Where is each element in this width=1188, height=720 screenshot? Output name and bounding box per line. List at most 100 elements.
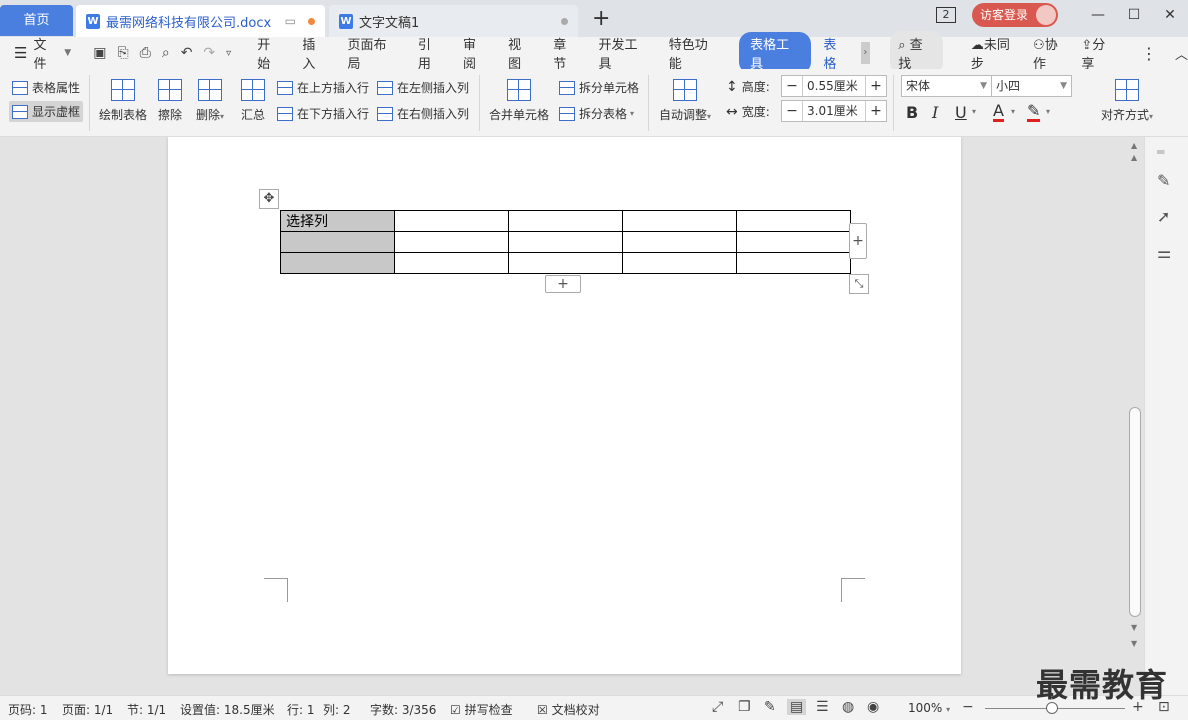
- table-cell[interactable]: [622, 252, 737, 274]
- insert-col-left-button[interactable]: 在左侧插入列: [377, 79, 469, 96]
- web-view-icon[interactable]: ◍: [842, 699, 854, 715]
- font-color-icon[interactable]: A: [993, 103, 1004, 122]
- underline-icon[interactable]: U: [955, 103, 967, 122]
- table-cell[interactable]: [622, 210, 737, 232]
- menu-item-references[interactable]: 引用: [418, 34, 443, 72]
- font-name-select[interactable]: 宋体 ▼: [901, 75, 992, 97]
- zoom-level[interactable]: 100% ▾: [908, 701, 950, 715]
- document-table[interactable]: 选择列: [280, 210, 851, 274]
- print-preview-icon[interactable]: ⌕: [162, 45, 170, 61]
- sliders-icon[interactable]: ⚌: [1157, 243, 1171, 262]
- document-page[interactable]: ✥ 选择列 + + ⤡: [168, 137, 961, 674]
- table-cell[interactable]: [622, 231, 737, 253]
- tab-home[interactable]: 首页: [0, 5, 73, 36]
- row-height-decrease[interactable]: −: [782, 78, 802, 94]
- scroll-page-up-icon[interactable]: ▲: [1131, 153, 1137, 162]
- pen-icon[interactable]: ✎: [1157, 171, 1170, 190]
- split-cells-button[interactable]: 拆分单元格: [559, 79, 639, 96]
- monitor-icon[interactable]: ▭: [285, 14, 296, 28]
- export-icon[interactable]: ⎘: [117, 45, 128, 61]
- page-view-icon[interactable]: ▤: [787, 699, 807, 715]
- merge-cells-button[interactable]: 合并单元格: [489, 79, 549, 123]
- bold-icon[interactable]: B: [906, 103, 918, 122]
- maximize-button[interactable]: ☐: [1116, 7, 1152, 23]
- scroll-page-down-icon[interactable]: ▼: [1131, 639, 1137, 648]
- chevron-down-icon[interactable]: ▾: [1046, 107, 1050, 116]
- status-setting[interactable]: 设置值: 18.5厘米: [180, 701, 275, 718]
- menu-item-table-style[interactable]: 表格: [823, 34, 848, 72]
- insert-row-below-button[interactable]: 在下方插入行: [277, 105, 369, 122]
- col-width-increase[interactable]: +: [866, 103, 886, 119]
- col-width-value[interactable]: 3.01厘米: [802, 101, 866, 121]
- read-mode-icon[interactable]: ❐: [738, 699, 751, 715]
- table-cell[interactable]: [280, 252, 395, 274]
- font-size-select[interactable]: 小四 ▼: [991, 75, 1072, 97]
- save-icon[interactable]: ▣: [93, 45, 106, 61]
- italic-icon[interactable]: I: [932, 103, 938, 122]
- minimize-button[interactable]: —: [1080, 7, 1116, 23]
- share-button[interactable]: ⇪分享: [1081, 34, 1117, 72]
- close-window-button[interactable]: ✕: [1152, 7, 1188, 23]
- undo-icon[interactable]: ↶: [181, 45, 193, 61]
- vertical-scrollbar[interactable]: ▲ ▲ ▼ ▼: [1126, 137, 1144, 695]
- table-properties-button[interactable]: 表格属性: [12, 79, 80, 96]
- menu-item-page-layout[interactable]: 页面布局: [348, 34, 398, 72]
- status-row[interactable]: 行: 1: [287, 701, 315, 718]
- menu-scroll-right-icon[interactable]: ›: [860, 42, 871, 64]
- status-section[interactable]: 节: 1/1: [127, 701, 166, 718]
- menu-item-review[interactable]: 审阅: [463, 34, 488, 72]
- zoom-out-icon[interactable]: −: [962, 699, 974, 715]
- table-cell[interactable]: [736, 252, 851, 274]
- status-page-number[interactable]: 页码: 1: [8, 701, 48, 718]
- row-height-value[interactable]: 0.55厘米: [802, 76, 866, 96]
- cursor-icon[interactable]: ➚: [1157, 207, 1170, 226]
- new-tab-button[interactable]: +: [592, 8, 610, 30]
- outline-view-icon[interactable]: ☰: [816, 699, 829, 715]
- menu-item-insert[interactable]: 插入: [302, 34, 327, 72]
- panel-handle-icon[interactable]: ═: [1157, 145, 1164, 159]
- auto-adjust-button[interactable]: 自动调整▾: [659, 79, 711, 123]
- collapse-ribbon-icon[interactable]: ︿: [1175, 44, 1188, 63]
- show-grid-toggle[interactable]: 显示虚框: [9, 101, 84, 122]
- insert-row-above-button[interactable]: 在上方插入行: [277, 79, 369, 96]
- customize-icon[interactable]: ▿: [226, 48, 231, 59]
- menu-item-chapter[interactable]: 章节: [553, 34, 578, 72]
- split-table-button[interactable]: 拆分表格 ▾: [559, 105, 634, 122]
- col-width-decrease[interactable]: −: [782, 103, 802, 119]
- table-resize-handle-icon[interactable]: ⤡: [849, 274, 869, 294]
- close-dot-icon[interactable]: [561, 17, 568, 25]
- menu-item-developer[interactable]: 开发工具: [598, 34, 648, 72]
- file-menu[interactable]: ☰ 文件 ▼: [14, 34, 71, 72]
- visitor-login-button[interactable]: 访客登录: [971, 3, 1058, 27]
- status-column[interactable]: 列: 2: [323, 701, 351, 718]
- status-word-count[interactable]: 字数: 3/356: [370, 701, 436, 718]
- add-row-button[interactable]: +: [545, 275, 581, 293]
- menu-item-start[interactable]: 开始: [257, 34, 282, 72]
- align-button[interactable]: 对齐方式▾: [1101, 79, 1153, 123]
- menu-item-features[interactable]: 特色功能: [669, 34, 719, 72]
- chevron-down-icon[interactable]: ▾: [1011, 107, 1015, 116]
- scroll-down-icon[interactable]: ▼: [1131, 623, 1137, 632]
- fullscreen-icon[interactable]: ⤢: [712, 699, 723, 715]
- col-width-stepper[interactable]: − 3.01厘米 +: [781, 100, 887, 122]
- summary-button[interactable]: 汇总: [241, 79, 265, 123]
- table-cell[interactable]: [736, 210, 851, 232]
- collab-button[interactable]: ⚇协作: [1033, 34, 1069, 72]
- draw-table-button[interactable]: 绘制表格: [99, 79, 147, 123]
- eye-protect-icon[interactable]: ◉: [867, 699, 879, 715]
- redo-icon[interactable]: ↷: [203, 45, 215, 61]
- window-count-badge[interactable]: 2: [935, 7, 956, 23]
- row-height-increase[interactable]: +: [866, 78, 886, 94]
- unsaved-dot-icon[interactable]: [308, 17, 315, 25]
- menu-item-view[interactable]: 视图: [508, 34, 533, 72]
- more-icon[interactable]: ⋮: [1141, 44, 1157, 63]
- table-cell[interactable]: [736, 231, 851, 253]
- spell-check-button[interactable]: ☑ 拼写检查: [450, 701, 513, 718]
- table-cell[interactable]: [394, 210, 509, 232]
- table-cell[interactable]: 选择列: [280, 210, 395, 232]
- delete-button[interactable]: 删除▾: [196, 79, 224, 123]
- erase-button[interactable]: 擦除: [158, 79, 182, 123]
- table-cell[interactable]: [508, 231, 623, 253]
- doc-proof-button[interactable]: ☒ 文档校对: [537, 701, 600, 718]
- table-cell[interactable]: [508, 252, 623, 274]
